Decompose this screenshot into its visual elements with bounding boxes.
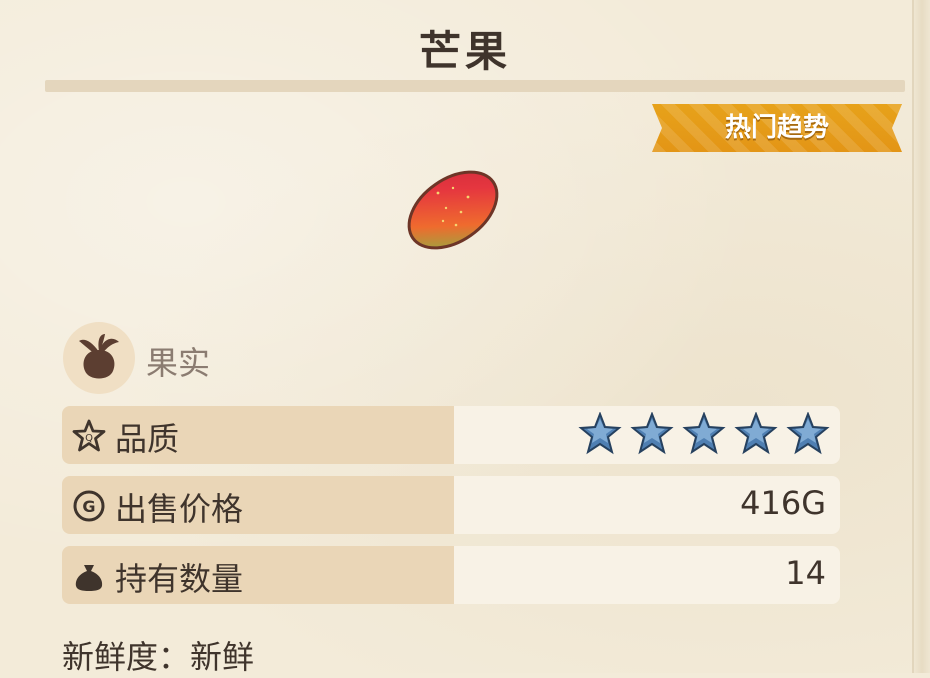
quality-stars (578, 412, 830, 456)
svg-text:G: G (82, 497, 95, 516)
money-bag-icon (72, 559, 106, 593)
trend-badge-label: 热门趋势 (724, 113, 829, 143)
quantity-value: 14 (785, 554, 826, 592)
category-label: 果实 (146, 344, 211, 382)
quality-label: 品质 (115, 420, 180, 458)
star-outline-icon: Q (72, 419, 106, 453)
star-icon (578, 412, 622, 455)
gold-coin-icon: G (72, 489, 106, 523)
title-divider (45, 80, 905, 92)
star-icon (734, 412, 778, 455)
price-label: 出售价格 (115, 490, 244, 528)
freshness-text: 新鲜度：新鲜 (62, 638, 255, 676)
quantity-label: 持有数量 (115, 560, 244, 598)
mango-icon (398, 155, 508, 265)
star-icon (682, 412, 726, 455)
price-value: 416G (740, 484, 826, 522)
svg-text:Q: Q (85, 433, 93, 444)
quantity-row: 持有数量 14 (62, 546, 840, 604)
price-row: G 出售价格 416G (62, 476, 840, 534)
item-title: 芒果 (418, 27, 511, 76)
turnip-icon (63, 322, 135, 394)
quality-row: Q 品质 (62, 406, 840, 464)
star-icon (630, 412, 674, 455)
star-icon (786, 412, 830, 455)
page-edge (912, 0, 930, 673)
